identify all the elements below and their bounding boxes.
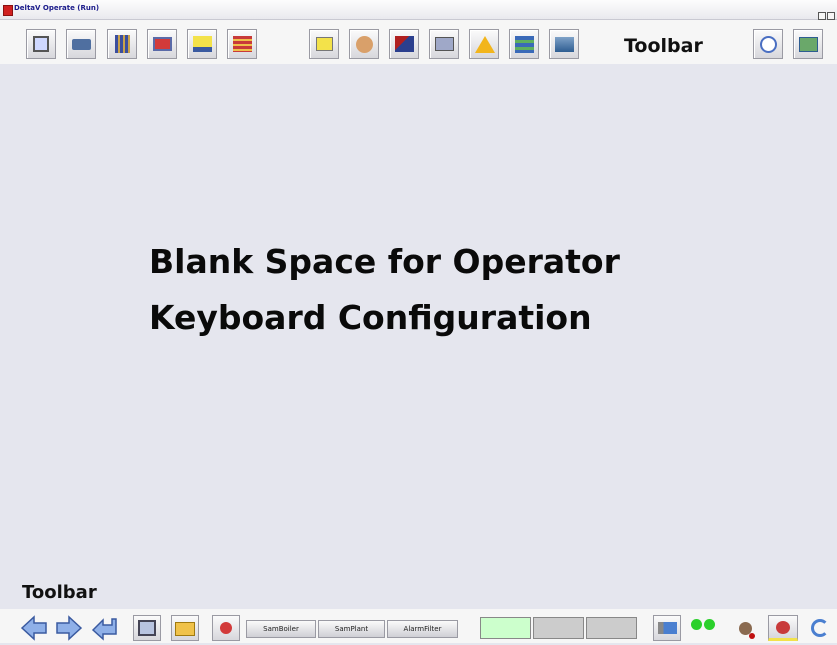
restore-display-icon	[33, 36, 49, 52]
monitor-button[interactable]	[653, 615, 681, 641]
process-history-button[interactable]	[549, 29, 579, 59]
main-display-button[interactable]	[133, 615, 161, 641]
status-lights-icon	[691, 619, 702, 630]
alarm-acknowledge-button[interactable]	[768, 615, 798, 641]
status-box-2[interactable]	[533, 617, 584, 639]
faceplate-icon	[115, 35, 130, 53]
event-chronicle-button[interactable]	[309, 29, 339, 59]
process-history-icon	[555, 37, 574, 52]
placeholder-line-2: Keyboard Configuration	[149, 298, 592, 337]
alarm-list-icon	[233, 36, 252, 52]
tab-samboiler[interactable]: SamBoiler	[246, 620, 316, 638]
open-folder-icon	[175, 622, 195, 636]
minimize-button[interactable]	[818, 12, 826, 20]
red-dot-icon	[749, 633, 755, 639]
maximize-button[interactable]	[827, 12, 835, 20]
clock-icon	[760, 36, 777, 53]
placeholder-line-1: Blank Space for Operator	[149, 242, 620, 281]
acknowledge-icon	[220, 622, 232, 634]
alarm-acknowledge-icon	[776, 621, 790, 634]
back-button[interactable]	[20, 615, 48, 641]
forward-button[interactable]	[55, 615, 83, 641]
refresh-button[interactable]	[806, 615, 834, 641]
print-icon	[72, 39, 91, 50]
tab-samplant[interactable]: SamPlant	[318, 620, 385, 638]
restore-display-button[interactable]	[26, 29, 56, 59]
control-studio-icon	[515, 36, 534, 53]
status-lights	[689, 615, 721, 641]
workstation-switch-icon	[799, 37, 818, 52]
forward-arrow-icon	[56, 615, 83, 641]
alarm-summary-button[interactable]	[187, 29, 217, 59]
detail-display-button[interactable]	[147, 29, 177, 59]
detail-display-icon	[153, 37, 172, 51]
print-button[interactable]	[66, 29, 96, 59]
event-chronicle-icon	[316, 37, 333, 51]
deltav-app-icon	[3, 5, 13, 16]
return-button[interactable]	[90, 615, 118, 641]
diagnostics-button[interactable]	[389, 29, 419, 59]
control-studio-button[interactable]	[509, 29, 539, 59]
alarm-summary-icon	[193, 36, 212, 52]
alarm-list-button[interactable]	[227, 29, 257, 59]
open-folder-button[interactable]	[171, 615, 199, 641]
user-login-icon	[356, 36, 373, 53]
status-box-3[interactable]	[586, 617, 637, 639]
horn-silence-button[interactable]	[734, 615, 762, 641]
user-login-button[interactable]	[349, 29, 379, 59]
status-box-1[interactable]	[480, 617, 531, 639]
tab-alarmfilter[interactable]: AlarmFilter	[387, 620, 458, 638]
acknowledge-button[interactable]	[212, 615, 240, 641]
alarm-horn-icon	[475, 36, 495, 53]
clock-button[interactable]	[753, 29, 783, 59]
window-title: DeltaV Operate (Run)	[14, 4, 100, 12]
main-display-icon	[138, 620, 156, 636]
monitor-icon	[658, 622, 677, 634]
faceplate-button[interactable]	[107, 29, 137, 59]
trend-icon	[435, 37, 454, 51]
trend-button[interactable]	[429, 29, 459, 59]
top-toolbar-label: Toolbar	[624, 35, 703, 57]
title-bar: DeltaV Operate (Run)	[0, 0, 837, 20]
refresh-icon	[811, 619, 829, 637]
back-arrow-icon	[20, 615, 47, 641]
return-arrow-icon	[91, 618, 117, 641]
bottom-toolbar-label: Toolbar	[22, 582, 97, 603]
status-lights-icon	[704, 619, 715, 630]
diagnostics-icon	[395, 36, 414, 52]
alarm-horn-button[interactable]	[469, 29, 499, 59]
workstation-switch-button[interactable]	[793, 29, 823, 59]
operator-keyboard-placeholder: Blank Space for Operator Keyboard Config…	[149, 234, 769, 346]
